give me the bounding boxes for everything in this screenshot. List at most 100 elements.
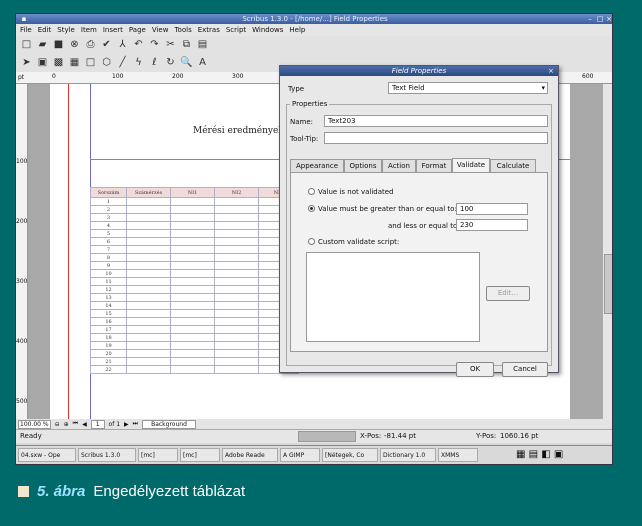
task-button[interactable]: [mc]: [180, 448, 220, 462]
row-number-cell[interactable]: 14: [90, 301, 127, 310]
select-pointer-icon[interactable]: ➤: [20, 56, 33, 69]
table-cell[interactable]: [126, 349, 171, 358]
menu-script[interactable]: Script: [226, 24, 246, 36]
row-number-cell[interactable]: 12: [90, 285, 127, 294]
cut-icon[interactable]: ✂: [164, 38, 177, 51]
pdf-icon[interactable]: ⅄: [116, 38, 129, 51]
table-cell[interactable]: [170, 237, 215, 246]
task-button[interactable]: [Nétegek, Co: [322, 448, 378, 462]
table-cell[interactable]: [214, 253, 259, 262]
table-cell[interactable]: [126, 261, 171, 270]
save-icon[interactable]: ■: [52, 38, 65, 51]
table-cell[interactable]: [170, 301, 215, 310]
name-input[interactable]: Text203: [324, 115, 548, 127]
first-page-icon[interactable]: ⏮: [73, 420, 78, 428]
table-cell[interactable]: [170, 325, 215, 334]
table-cell[interactable]: [214, 229, 259, 238]
prev-page-icon[interactable]: ◀: [82, 421, 87, 428]
table-cell[interactable]: [170, 317, 215, 326]
page-field[interactable]: 1: [90, 419, 105, 429]
window-menu-icon[interactable]: ▪: [20, 15, 28, 23]
radio-not-validated[interactable]: Value is not validated: [308, 188, 394, 196]
close-icon[interactable]: ×: [605, 15, 612, 23]
script-textarea[interactable]: [306, 252, 480, 342]
table-cell[interactable]: [214, 221, 259, 230]
table-cell[interactable]: [214, 325, 259, 334]
paste-icon[interactable]: ▤: [196, 38, 209, 51]
menu-windows[interactable]: Windows: [252, 24, 283, 36]
tray-icon[interactable]: ▦ ▤ ◧ ▣: [516, 449, 563, 460]
edit-text-icon[interactable]: A: [196, 56, 209, 69]
row-number-cell[interactable]: 8: [90, 253, 127, 262]
table-cell[interactable]: [214, 237, 259, 246]
radio-greater-equal[interactable]: Value must be greater than or equal to:: [308, 205, 457, 213]
freehand-icon[interactable]: ℓ: [148, 56, 161, 69]
table-cell[interactable]: [170, 205, 215, 214]
row-number-cell[interactable]: 3: [90, 213, 127, 222]
print-icon[interactable]: ⎙: [84, 38, 97, 51]
row-number-cell[interactable]: 10: [90, 269, 127, 278]
radio-custom-script[interactable]: Custom validate script:: [308, 238, 399, 246]
tab-action[interactable]: Action: [382, 159, 416, 172]
maximize-icon[interactable]: □: [596, 15, 604, 23]
table-cell[interactable]: [126, 245, 171, 254]
row-number-cell[interactable]: 9: [90, 261, 127, 270]
table-cell[interactable]: [170, 253, 215, 262]
table-cell[interactable]: [170, 309, 215, 318]
row-number-cell[interactable]: 11: [90, 277, 127, 286]
line-icon[interactable]: ╱: [116, 56, 129, 69]
polygon-icon[interactable]: ⬡: [100, 56, 113, 69]
row-number-cell[interactable]: 1: [90, 197, 127, 206]
edit-script-button[interactable]: Edit...: [486, 286, 530, 301]
tab-calculate[interactable]: Calculate: [490, 159, 536, 172]
bezier-icon[interactable]: ϟ: [132, 56, 145, 69]
row-number-cell[interactable]: 22: [90, 365, 127, 374]
less-value-input[interactable]: 230: [456, 219, 528, 231]
zoom-in-icon[interactable]: ⊕: [64, 421, 69, 428]
table-cell[interactable]: [126, 317, 171, 326]
task-button[interactable]: Scribus 1.3.0: [78, 448, 136, 462]
row-number-cell[interactable]: 5: [90, 229, 127, 238]
menu-view[interactable]: View: [152, 24, 169, 36]
table-cell[interactable]: [126, 253, 171, 262]
table-cell[interactable]: [214, 349, 259, 358]
type-select[interactable]: Text Field ▾: [388, 82, 548, 94]
undo-icon[interactable]: ↶: [132, 38, 145, 51]
results-table[interactable]: Sorszám Számérzés NI1 NI2 NI3 1234567891…: [90, 187, 299, 374]
vertical-scrollbar[interactable]: [602, 84, 612, 419]
menu-page[interactable]: Page: [129, 24, 146, 36]
table-cell[interactable]: [170, 229, 215, 238]
table-cell[interactable]: [170, 221, 215, 230]
text-frame-icon[interactable]: ▣: [36, 56, 49, 69]
image-frame-icon[interactable]: ▩: [52, 56, 65, 69]
row-number-cell[interactable]: 13: [90, 293, 127, 302]
table-cell[interactable]: [126, 293, 171, 302]
last-page-icon[interactable]: ⏭: [133, 420, 138, 428]
table-cell[interactable]: [126, 333, 171, 342]
row-number-cell[interactable]: 4: [90, 221, 127, 230]
menu-extras[interactable]: Extras: [198, 24, 220, 36]
table-cell[interactable]: [214, 301, 259, 310]
table-cell[interactable]: [170, 213, 215, 222]
copy-icon[interactable]: ⧉: [180, 38, 193, 51]
rotate-icon[interactable]: ↻: [164, 56, 177, 69]
new-document-icon[interactable]: □: [20, 38, 33, 51]
tab-options[interactable]: Options: [344, 159, 382, 172]
row-number-cell[interactable]: 15: [90, 309, 127, 318]
zoom-icon[interactable]: 🔍: [180, 56, 193, 69]
table-cell[interactable]: [214, 197, 259, 206]
shape-icon[interactable]: □: [84, 56, 97, 69]
table-cell[interactable]: [126, 365, 171, 374]
table-cell[interactable]: [214, 317, 259, 326]
table-cell[interactable]: [170, 245, 215, 254]
zoom-field[interactable]: 100.00 %: [18, 419, 51, 429]
row-number-cell[interactable]: 2: [90, 205, 127, 214]
table-cell[interactable]: [170, 277, 215, 286]
table-cell[interactable]: [126, 357, 171, 366]
table-cell[interactable]: [214, 277, 259, 286]
row-number-cell[interactable]: 16: [90, 317, 127, 326]
table-cell[interactable]: [126, 221, 171, 230]
table-cell[interactable]: [170, 365, 215, 374]
table-cell[interactable]: [126, 205, 171, 214]
table-cell[interactable]: [214, 357, 259, 366]
